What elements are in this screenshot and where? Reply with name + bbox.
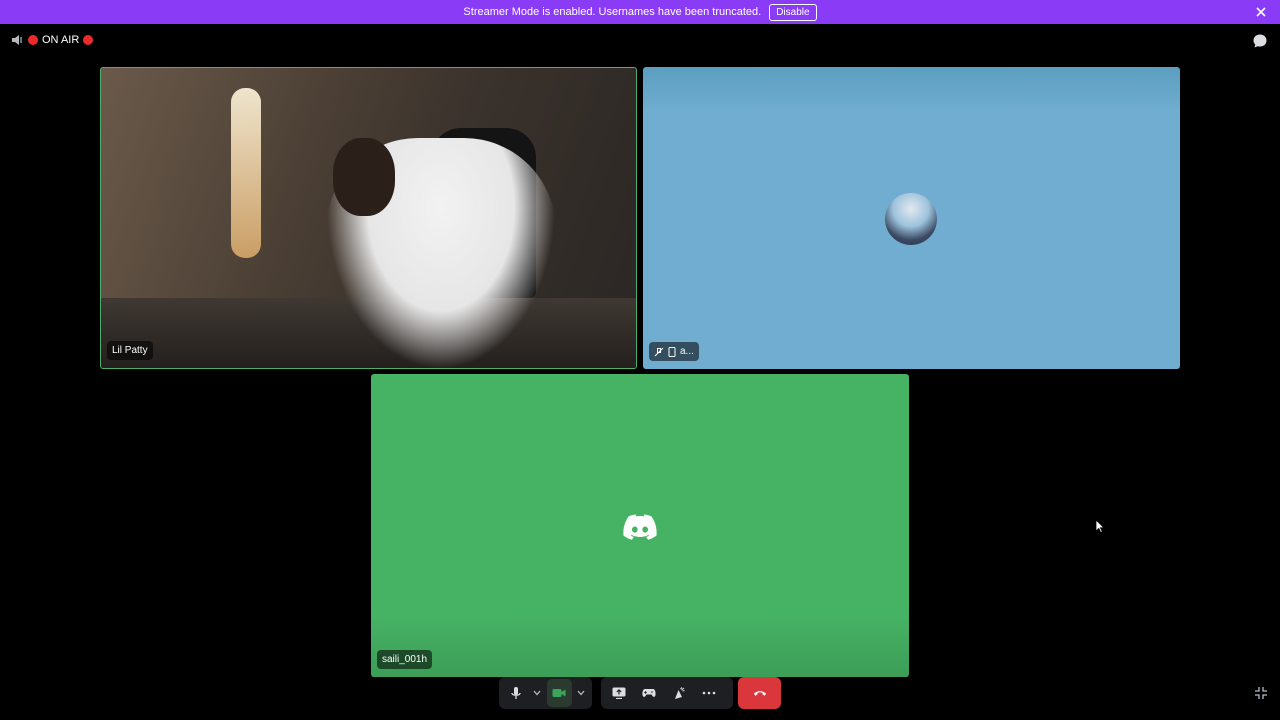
mobile-icon [668, 346, 676, 357]
mic-muted-icon [654, 347, 664, 356]
live-dot-left [28, 35, 38, 45]
streamer-mode-banner: Streamer Mode is enabled. Usernames have… [0, 0, 1280, 24]
chat-icon[interactable] [1252, 33, 1268, 49]
avatar-tile-participant[interactable]: a... [643, 67, 1180, 369]
participant-name-tag: a... [649, 342, 699, 361]
participant-name-tag: Lil Patty [107, 341, 153, 360]
more-icon [702, 691, 716, 695]
discord-logo-icon [623, 514, 657, 540]
screen-share-icon [612, 687, 626, 699]
close-icon[interactable] [1254, 5, 1268, 19]
microphone-button[interactable] [503, 679, 528, 707]
call-top-bar: ON AIR [0, 30, 1280, 52]
call-controls [0, 677, 1280, 709]
on-air-label: ON AIR [42, 34, 80, 46]
screen-share-button[interactable] [605, 679, 633, 707]
banner-message: Streamer Mode is enabled. Usernames have… [463, 6, 762, 18]
camera-icon [552, 689, 566, 697]
video-scene-head [333, 138, 395, 216]
speaker-icon[interactable] [10, 33, 24, 47]
soundboard-button[interactable] [665, 679, 693, 707]
camera-button[interactable] [546, 679, 572, 707]
discord-tile-participant[interactable]: saili_001h [371, 374, 909, 677]
on-air-indicator: ON AIR [10, 33, 94, 47]
camera-options-button[interactable] [574, 679, 588, 707]
activity-button[interactable] [635, 679, 663, 707]
participant-name: a... [680, 346, 694, 357]
disconnect-button[interactable] [738, 677, 781, 709]
participant-name-tag: saili_001h [377, 650, 433, 669]
activity-controls [601, 677, 733, 709]
chevron-down-icon [577, 690, 585, 696]
disable-streamer-mode-button[interactable]: Disable [769, 3, 817, 21]
live-dot-right [83, 35, 94, 45]
hang-up-icon [753, 691, 766, 696]
microphone-icon [510, 687, 521, 699]
collapse-fullscreen-icon[interactable] [1254, 686, 1268, 700]
video-scene-lamp [231, 88, 261, 258]
avatar [885, 193, 937, 245]
audio-video-controls [499, 677, 592, 709]
microphone-options-button[interactable] [530, 679, 544, 707]
mouse-cursor-icon [1095, 519, 1105, 533]
gamepad-icon [642, 689, 656, 697]
video-tile-participant[interactable]: Lil Patty [100, 67, 637, 369]
chevron-down-icon [533, 690, 541, 696]
soundboard-icon [675, 687, 685, 699]
more-options-button[interactable] [695, 679, 723, 707]
